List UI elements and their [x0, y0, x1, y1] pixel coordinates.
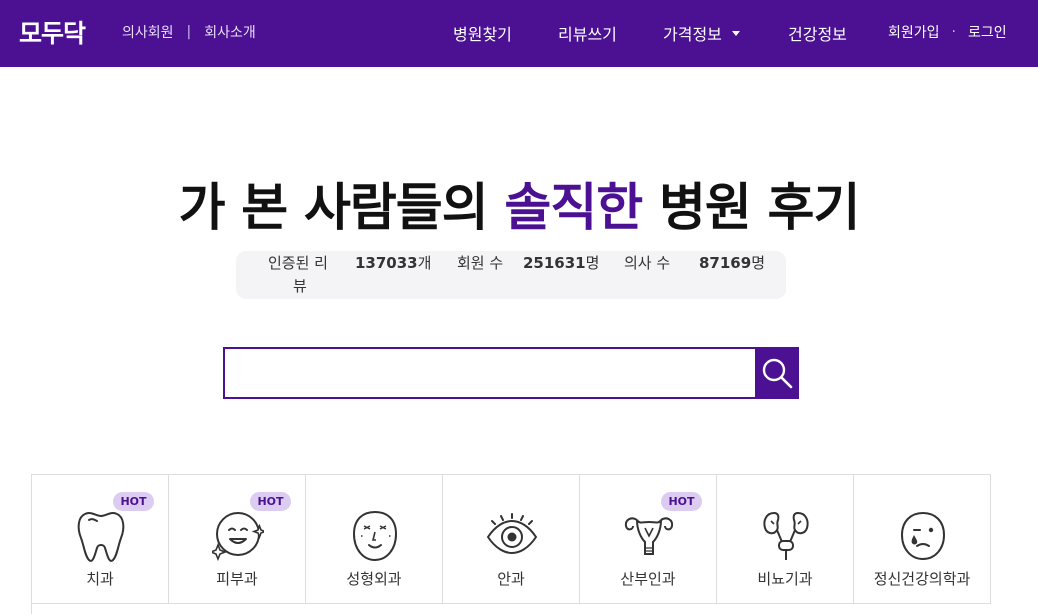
- category-grid: HOT 치과 HOT 피부과 성형외과 안과 HOT 산부인과 비뇨기과 정신건…: [31, 474, 991, 614]
- dot-separator: ·: [951, 24, 956, 40]
- reviews-count: 137033개: [355, 254, 432, 272]
- stats-panel: 인증된 리 뷰 137033개 회원 수 251631명 의사 수 87169명: [236, 251, 786, 299]
- category-dental[interactable]: HOT 치과: [32, 475, 169, 604]
- search-box: [223, 347, 756, 399]
- nav-price-info-label: 가격정보: [663, 25, 722, 44]
- reviews-label-line2: 뷰: [293, 277, 307, 295]
- category-label: 안과: [497, 570, 525, 588]
- reviews-label-line1: 인증된 리: [268, 254, 328, 272]
- hero-title-accent: 솔직한: [504, 179, 643, 238]
- sad-face-icon: [900, 511, 946, 561]
- eye-icon: [486, 513, 538, 555]
- search-icon: [762, 358, 793, 389]
- face-outline-icon: [352, 510, 398, 562]
- category-label: 피부과: [216, 570, 258, 588]
- category-urology[interactable]: 비뇨기과: [717, 475, 854, 604]
- category-label: 산부인과: [620, 570, 676, 588]
- category-obgyn[interactable]: HOT 산부인과: [580, 475, 717, 604]
- sub-links: 의사회원 | 회사소개: [122, 22, 256, 42]
- search-button[interactable]: [755, 347, 799, 399]
- category-dermatology[interactable]: HOT 피부과: [169, 475, 306, 604]
- signup-link[interactable]: 회원가입: [888, 22, 940, 42]
- hero-title: 가 본 사람들의 솔직한 병원 후기: [0, 166, 1038, 240]
- category-ophthalmology[interactable]: 안과: [443, 475, 580, 604]
- category-psychiatry[interactable]: 정신건강의학과: [854, 475, 991, 604]
- face-sparkle-icon: [212, 512, 264, 562]
- category-label: 비뇨기과: [757, 570, 813, 588]
- nav-write-review[interactable]: 리뷰쓰기: [558, 21, 617, 45]
- divider: |: [186, 24, 192, 40]
- hero-title-before: 가 본 사람들의: [178, 179, 489, 238]
- members-label: 회원 수: [457, 254, 504, 272]
- hero-title-after: 병원 후기: [658, 179, 860, 238]
- category-label: 성형외과: [346, 570, 402, 588]
- kidney-icon: [763, 511, 809, 560]
- doctor-member-link[interactable]: 의사회원: [122, 22, 174, 42]
- nav-health-info[interactable]: 건강정보: [788, 21, 847, 45]
- doctors-count: 87169명: [699, 254, 765, 272]
- top-navbar: 모두닥 의사회원 | 회사소개 병원찾기 리뷰쓰기 가격정보 건강정보 회원가입…: [0, 0, 1038, 67]
- category-plastic-surgery[interactable]: 성형외과: [306, 475, 443, 604]
- doctors-label: 의사 수: [624, 254, 671, 272]
- nav-price-info[interactable]: 가격정보: [663, 21, 740, 45]
- tooth-icon: [77, 512, 125, 562]
- category-label: 치과: [86, 570, 114, 588]
- company-intro-link[interactable]: 회사소개: [204, 22, 256, 42]
- category-label: 정신건강의학과: [873, 570, 971, 588]
- auth-links: 회원가입 · 로그인: [888, 22, 1007, 42]
- search-input[interactable]: [225, 349, 756, 397]
- nav-find-hospital[interactable]: 병원찾기: [453, 21, 512, 45]
- site-logo[interactable]: 모두닥: [19, 14, 86, 50]
- uterus-icon: [624, 517, 674, 555]
- login-link[interactable]: 로그인: [968, 22, 1007, 42]
- caret-down-icon: [731, 31, 740, 36]
- members-count: 251631명: [523, 254, 600, 272]
